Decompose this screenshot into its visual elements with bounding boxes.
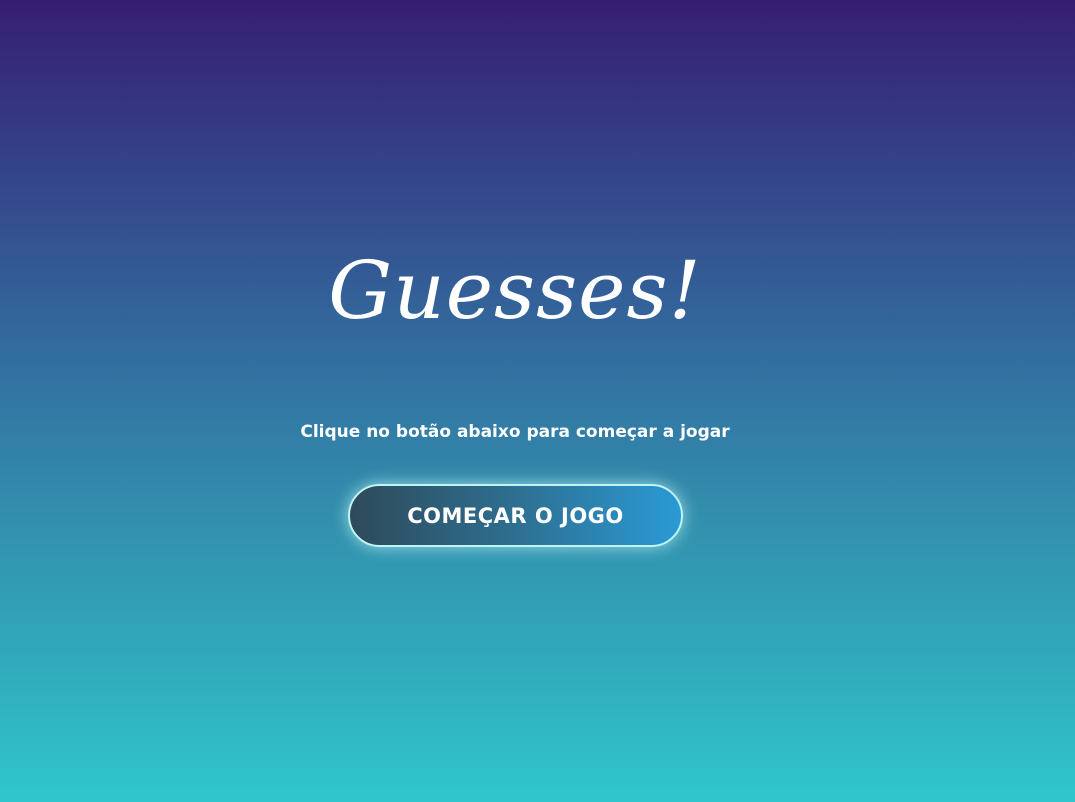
start-screen: Guesses! Clique no botão abaixo para com… xyxy=(0,0,1075,802)
instruction-text: Clique no botão abaixo para começar a jo… xyxy=(300,422,730,442)
start-game-button[interactable]: COMEÇAR O JOGO xyxy=(348,484,683,547)
game-title: Guesses! xyxy=(328,244,702,337)
